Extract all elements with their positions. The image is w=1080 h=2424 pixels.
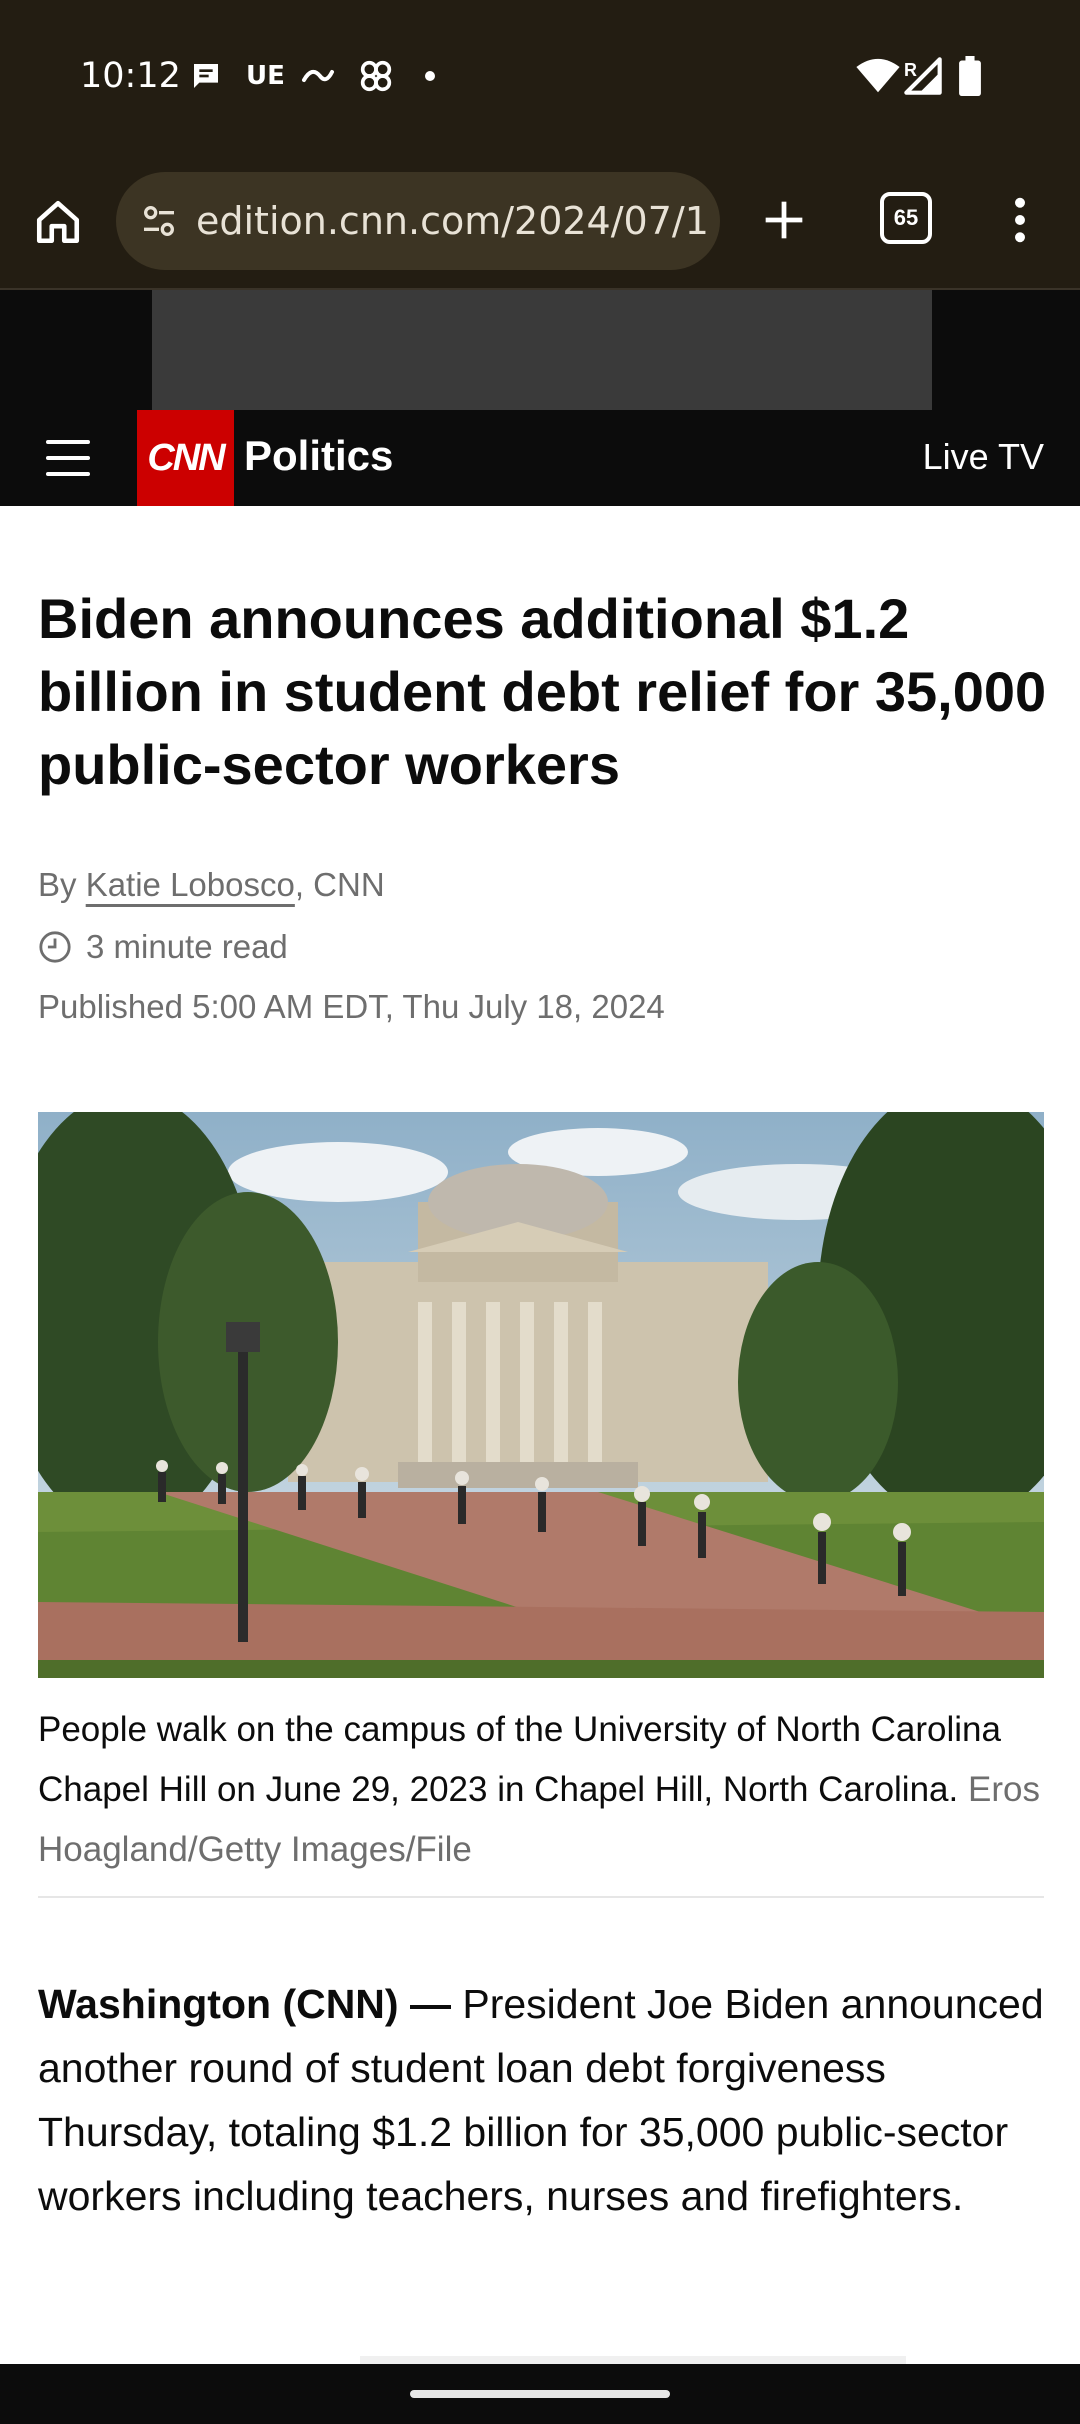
image-caption: People walk on the campus of the Univers… (38, 1700, 1044, 1880)
caption-divider (38, 1896, 1044, 1898)
system-navigation-bar (0, 2364, 1080, 2424)
status-time: 10:12 (80, 56, 181, 96)
wifi-icon (856, 56, 900, 96)
dateline: Washington (CNN) — (38, 1981, 451, 2027)
hero-image[interactable] (38, 1112, 1044, 1678)
message-icon (190, 56, 222, 96)
ad-band (0, 290, 1080, 410)
ad-placeholder[interactable] (152, 290, 932, 410)
new-tab-button[interactable] (752, 188, 816, 252)
tab-switcher-button[interactable]: 65 (880, 192, 932, 244)
home-icon (36, 200, 80, 244)
cnn-logo[interactable]: CNN (137, 410, 234, 506)
hamburger-menu-icon[interactable] (46, 436, 90, 480)
status-bar: 10:12 UE R (0, 0, 1080, 152)
plus-icon (765, 201, 803, 239)
roaming-label: R (904, 59, 917, 80)
gesture-handle[interactable] (410, 2390, 670, 2398)
carrier-label: UE (246, 61, 285, 91)
live-tv-link[interactable]: Live TV (923, 436, 1044, 478)
url-text[interactable]: edition.cnn.com/2024/07/1 (196, 199, 709, 243)
caption-text: People walk on the campus of the Univers… (38, 1710, 1001, 1809)
byline: By Katie Lobosco, CNN (38, 866, 385, 904)
home-button[interactable] (28, 192, 88, 252)
lead-paragraph: Washington (CNN) — President Joe Biden a… (38, 1972, 1048, 2228)
browser-toolbar: edition.cnn.com/2024/07/1 65 (0, 152, 1080, 290)
article-headline: Biden announces additional $1.2 billion … (38, 587, 1047, 796)
byline-suffix: , CNN (294, 866, 385, 903)
sync-icon (300, 56, 336, 96)
dot-icon (424, 56, 436, 96)
more-vert-icon (1015, 197, 1025, 243)
author-link[interactable]: Katie Lobosco (86, 866, 295, 903)
read-time-text: 3 minute read (86, 928, 288, 965)
section-title[interactable]: Politics (244, 432, 393, 480)
address-bar[interactable]: edition.cnn.com/2024/07/1 (116, 172, 720, 270)
site-header: CNN Politics Live TV (0, 410, 1080, 506)
battery-icon (958, 56, 982, 96)
byline-prefix: By (38, 866, 86, 903)
published-timestamp: Published 5:00 AM EDT, Thu July 18, 2024 (38, 988, 665, 1025)
read-time: 3 minute read (38, 928, 288, 966)
pinwheel-icon (356, 56, 396, 96)
site-settings-icon[interactable] (136, 198, 182, 244)
browser-menu-button[interactable] (1000, 188, 1040, 252)
clock-icon (39, 931, 71, 963)
